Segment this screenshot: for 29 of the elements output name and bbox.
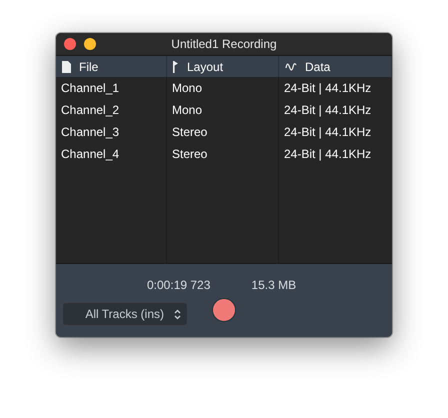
- file-size: 15.3 MB: [251, 278, 296, 292]
- column-header[interactable]: Layout: [167, 56, 279, 77]
- table-cell: Stereo: [167, 143, 279, 165]
- column-label: Layout: [187, 60, 224, 74]
- wave-icon: [285, 62, 297, 72]
- flag-icon: [173, 60, 179, 72]
- table-cell-text: 24-Bit | 44.1KHz: [283, 80, 372, 97]
- table-cell-text: 24-Bit | 44.1KHz: [283, 124, 372, 141]
- table-cell: Channel_4: [56, 143, 167, 165]
- window-title: Untitled1 Recording: [171, 37, 277, 51]
- table-cell: Stereo: [167, 121, 279, 143]
- minimize-button[interactable]: [84, 38, 96, 50]
- source-dropdown[interactable]: All Tracks (ins): [63, 303, 187, 325]
- column-header[interactable]: Data: [279, 56, 392, 77]
- document-icon: [62, 60, 71, 72]
- record-button[interactable]: [212, 298, 236, 322]
- up-down-caret-icon: [174, 308, 181, 320]
- table-cell: Mono: [167, 99, 279, 121]
- table-cell: Channel_1: [56, 77, 167, 99]
- table-cell-text: 24-Bit | 44.1KHz: [283, 146, 372, 163]
- table-cell-text: 24-Bit | 44.1KHz: [283, 102, 372, 119]
- column-label: Data: [305, 60, 330, 74]
- close-button[interactable]: [64, 38, 76, 50]
- table-cell: Channel_2: [56, 99, 167, 121]
- elapsed-time: 0:00:19 723: [147, 278, 210, 292]
- table-cell: Channel_3: [56, 121, 167, 143]
- column-label: File: [79, 60, 98, 74]
- column-header[interactable]: File: [56, 56, 167, 77]
- table-cell: Mono: [167, 77, 279, 99]
